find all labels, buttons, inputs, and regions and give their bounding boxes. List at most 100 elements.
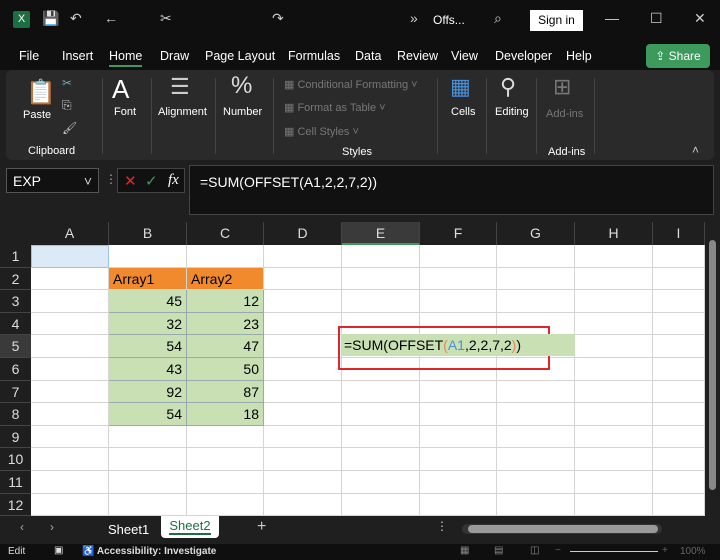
- cell[interactable]: [342, 290, 420, 313]
- array2-cell[interactable]: 50: [187, 358, 264, 381]
- cell[interactable]: [420, 380, 497, 404]
- number-button[interactable]: Number: [223, 106, 262, 118]
- editing-search-icon[interactable]: ⚲: [500, 74, 516, 100]
- cell[interactable]: [109, 493, 187, 517]
- array1-cell[interactable]: 32: [109, 312, 187, 336]
- alignment-button[interactable]: Alignment: [158, 106, 207, 118]
- tab-formulas[interactable]: Formulas: [288, 49, 340, 63]
- cells-icon[interactable]: ▦: [450, 74, 471, 100]
- cell[interactable]: [497, 471, 575, 494]
- array2-cell[interactable]: 12: [187, 290, 264, 313]
- cell[interactable]: [264, 380, 342, 404]
- cell[interactable]: [575, 290, 653, 313]
- cell[interactable]: [653, 245, 705, 268]
- font-button[interactable]: Font: [114, 106, 136, 118]
- cell[interactable]: [653, 267, 705, 291]
- cell[interactable]: [342, 425, 420, 449]
- cell[interactable]: [420, 245, 497, 268]
- cell[interactable]: [109, 245, 187, 268]
- maximize-icon[interactable]: ☐: [650, 10, 663, 27]
- cell[interactable]: [653, 471, 705, 494]
- array1-cell[interactable]: 92: [109, 380, 187, 404]
- cell[interactable]: [575, 425, 653, 449]
- cell[interactable]: [575, 245, 653, 268]
- cell-styles-button[interactable]: ▦ Cell Styles ˅: [284, 125, 359, 138]
- tab-page-layout[interactable]: Page Layout: [205, 49, 275, 63]
- cell[interactable]: [653, 403, 705, 426]
- tab-review[interactable]: Review: [397, 49, 438, 63]
- add-sheet-icon[interactable]: +: [257, 518, 266, 536]
- cell[interactable]: [187, 493, 264, 517]
- cell[interactable]: [342, 448, 420, 471]
- search-icon[interactable]: ⌕: [494, 10, 502, 27]
- cell[interactable]: [31, 448, 109, 471]
- cell[interactable]: [264, 471, 342, 494]
- cut-ribbon-icon[interactable]: ✂: [62, 76, 72, 90]
- cell[interactable]: [497, 245, 575, 268]
- column-header-A[interactable]: A: [31, 222, 109, 245]
- share-button[interactable]: ⇪ Share: [646, 44, 710, 68]
- cell[interactable]: [497, 425, 575, 449]
- row-header-3[interactable]: 3: [0, 290, 31, 313]
- row-header-8[interactable]: 8: [0, 403, 31, 426]
- prev-sheet-icon[interactable]: ‹: [20, 520, 24, 534]
- cell[interactable]: [575, 312, 653, 336]
- cell[interactable]: [187, 448, 264, 471]
- cell[interactable]: [31, 425, 109, 449]
- cell[interactable]: [342, 267, 420, 291]
- tab-insert[interactable]: Insert: [62, 49, 93, 63]
- cell[interactable]: [109, 471, 187, 494]
- font-icon[interactable]: A: [112, 74, 129, 105]
- tab-view[interactable]: View: [451, 49, 478, 63]
- column-header-H[interactable]: H: [575, 222, 653, 245]
- cell[interactable]: [264, 335, 342, 358]
- enter-icon[interactable]: ✓: [145, 172, 158, 190]
- cell[interactable]: [653, 290, 705, 313]
- editing-cell-e5[interactable]: =SUM(OFFSET(A1,2,2,7,2)): [342, 334, 575, 356]
- row-header-2[interactable]: 2: [0, 267, 31, 291]
- collapse-ribbon-icon[interactable]: ˄: [692, 143, 699, 157]
- cell[interactable]: [420, 493, 497, 517]
- cell[interactable]: [31, 493, 109, 517]
- array2-cell[interactable]: 23: [187, 312, 264, 336]
- paste-button[interactable]: Paste: [23, 109, 51, 121]
- accessibility-button[interactable]: ♿ Accessibility: Investigate: [82, 546, 216, 557]
- cancel-icon[interactable]: ✕: [124, 172, 137, 190]
- cell[interactable]: [497, 448, 575, 471]
- page-break-view-icon[interactable]: ◫: [530, 545, 539, 556]
- cell[interactable]: [264, 448, 342, 471]
- array1-cell[interactable]: 54: [109, 335, 187, 358]
- row-header-1[interactable]: 1: [0, 245, 31, 268]
- cell[interactable]: [420, 290, 497, 313]
- cell[interactable]: [31, 335, 109, 358]
- cell[interactable]: [342, 380, 420, 404]
- column-header-F[interactable]: F: [420, 222, 497, 245]
- column-header-D[interactable]: D: [264, 222, 342, 245]
- cell[interactable]: [653, 335, 705, 358]
- row-header-6[interactable]: 6: [0, 358, 31, 381]
- cell[interactable]: [420, 448, 497, 471]
- save-icon[interactable]: 💾: [42, 10, 59, 27]
- more-commands[interactable]: »: [410, 10, 418, 26]
- cell[interactable]: [187, 245, 264, 268]
- row-header-5[interactable]: 5: [0, 335, 31, 358]
- sheet-tab-sheet1[interactable]: Sheet1: [108, 522, 149, 537]
- cell[interactable]: [575, 493, 653, 517]
- cell[interactable]: [575, 267, 653, 291]
- tab-home[interactable]: Home: [109, 49, 143, 67]
- chevron-down-icon[interactable]: ˅: [84, 173, 92, 189]
- tab-data[interactable]: Data: [355, 49, 381, 63]
- cell[interactable]: [264, 425, 342, 449]
- editing-button[interactable]: Editing: [495, 106, 529, 118]
- minimize-icon[interactable]: —: [605, 10, 619, 26]
- cell[interactable]: [653, 380, 705, 404]
- cell[interactable]: [653, 448, 705, 471]
- column-header-I[interactable]: I: [653, 222, 705, 245]
- cell[interactable]: [497, 493, 575, 517]
- cell[interactable]: [109, 425, 187, 449]
- cell[interactable]: [653, 358, 705, 381]
- redo-icon[interactable]: ↷: [272, 10, 284, 27]
- page-layout-view-icon[interactable]: ▤: [494, 545, 503, 556]
- cell[interactable]: [497, 290, 575, 313]
- copy-icon[interactable]: ⎘: [62, 98, 72, 113]
